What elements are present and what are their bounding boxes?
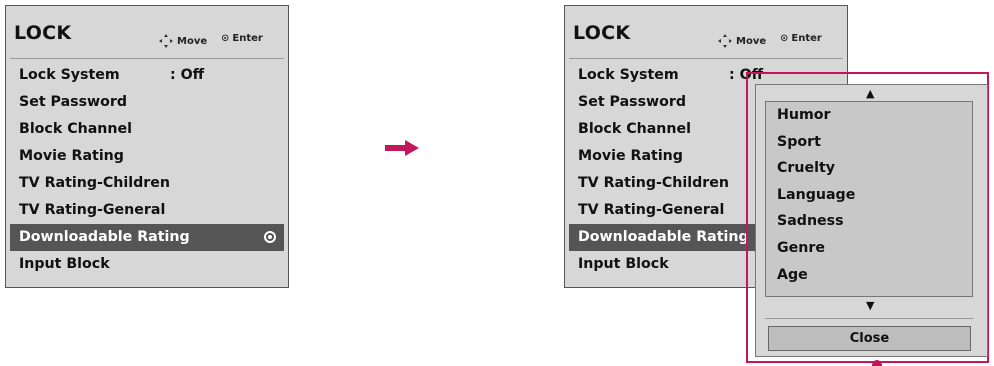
menu-item-block-channel[interactable]: Block Channel <box>10 116 284 143</box>
menu-header: LOCK Move ⊙ Enter <box>565 6 847 56</box>
header-divider <box>569 58 843 59</box>
option-humor[interactable]: Humor <box>766 102 972 129</box>
option-genre[interactable]: Genre <box>766 235 972 262</box>
menu-item-label: TV Rating-Children <box>19 175 170 191</box>
menu-item-label: Block Channel <box>19 121 132 137</box>
move-arrows-icon <box>158 33 174 49</box>
menu-item-label: Lock System <box>19 67 120 83</box>
menu-item-tv-rating-general[interactable]: TV Rating-General <box>10 197 284 224</box>
rating-options-popup: ▲ Humor Sport Cruelty Language Sadness G… <box>755 84 988 357</box>
header-divider <box>10 58 284 59</box>
menu-item-label: TV Rating-General <box>19 202 166 218</box>
menu-item-label: Input Block <box>19 256 110 272</box>
enter-hint-label: Enter <box>232 33 263 44</box>
move-hint-label: Move <box>736 36 767 47</box>
enter-icon: ⊙ <box>780 33 789 44</box>
menu-item-lock-system[interactable]: Lock System : Off <box>10 62 284 89</box>
menu-item-label: Downloadable Rating <box>578 229 749 245</box>
enter-hint: ⊙ Enter <box>780 33 822 44</box>
menu-item-value: : Off <box>170 67 205 83</box>
enter-hint: ⊙ Enter <box>221 33 263 44</box>
option-age[interactable]: Age <box>766 262 972 289</box>
menu-item-label: Set Password <box>19 94 128 110</box>
menu-item-input-block[interactable]: Input Block <box>10 251 284 278</box>
menu-item-label: TV Rating-Children <box>578 175 729 191</box>
menu-item-movie-rating[interactable]: Movie Rating <box>10 143 284 170</box>
option-language[interactable]: Language <box>766 182 972 209</box>
menu-item-label: Movie Rating <box>578 148 683 164</box>
menu-title: LOCK <box>573 22 631 44</box>
menu-item-set-password[interactable]: Set Password <box>10 89 284 116</box>
menu-header: LOCK Move ⊙ Enter <box>6 6 288 56</box>
move-hint: Move <box>158 33 207 49</box>
menu-item-tv-rating-children[interactable]: TV Rating-Children <box>10 170 284 197</box>
menu-item-label: Lock System <box>578 67 679 83</box>
scroll-up-icon[interactable]: ▲ <box>866 87 874 100</box>
rating-options-list: Humor Sport Cruelty Language Sadness Gen… <box>765 101 973 297</box>
popup-divider <box>765 318 973 319</box>
move-hint-label: Move <box>177 36 208 47</box>
enter-radio-icon <box>264 231 276 243</box>
lock-menu-panel: LOCK Move ⊙ Enter Lock System : Off Set P… <box>5 5 289 288</box>
pointer-marker <box>872 360 882 366</box>
menu-item-downloadable-rating[interactable]: Downloadable Rating <box>10 224 284 251</box>
close-button[interactable]: Close <box>768 326 971 351</box>
move-arrows-icon <box>717 33 733 49</box>
enter-icon: ⊙ <box>221 33 230 44</box>
option-cruelty[interactable]: Cruelty <box>766 155 972 182</box>
enter-hint-label: Enter <box>791 33 822 44</box>
menu-title: LOCK <box>14 22 72 44</box>
menu-list: Lock System : Off Set Password Block Cha… <box>6 62 288 278</box>
menu-item-label: Downloadable Rating <box>19 229 190 245</box>
transition-arrow-icon <box>385 140 419 156</box>
menu-item-label: TV Rating-General <box>578 202 725 218</box>
menu-item-label: Block Channel <box>578 121 691 137</box>
move-hint: Move <box>717 33 766 49</box>
option-sport[interactable]: Sport <box>766 129 972 156</box>
menu-item-label: Movie Rating <box>19 148 124 164</box>
option-sadness[interactable]: Sadness <box>766 208 972 235</box>
scroll-down-icon[interactable]: ▼ <box>866 299 874 312</box>
menu-item-label: Input Block <box>578 256 669 272</box>
menu-item-label: Set Password <box>578 94 687 110</box>
